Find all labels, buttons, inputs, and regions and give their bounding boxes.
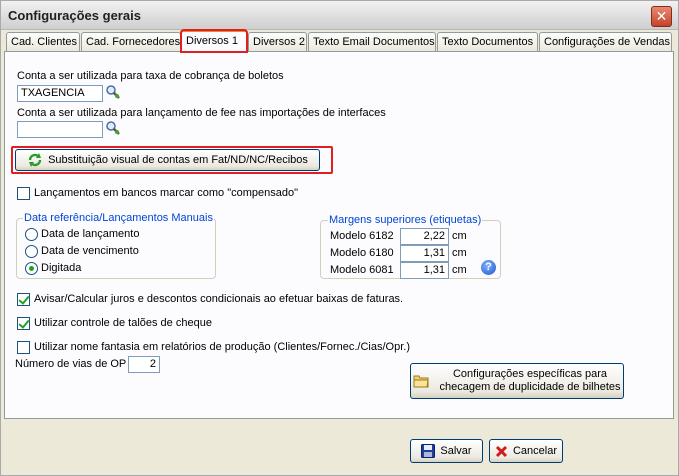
search-icon[interactable] — [105, 120, 121, 136]
salvar-label: Salvar — [440, 445, 472, 457]
salvar-button[interactable]: Salvar — [410, 439, 483, 463]
cancelar-label: Cancelar — [512, 445, 558, 457]
red-x-icon — [495, 445, 508, 457]
fee-account-input[interactable] — [17, 121, 103, 138]
taloes-label: Utilizar controle de talões de cheque — [34, 317, 212, 329]
margem-6180-label: Modelo 6180 — [330, 247, 394, 259]
floppy-disk-icon — [421, 444, 436, 458]
margem-6180-input[interactable]: 1,31 — [400, 245, 449, 262]
margem-6081-unit: cm — [452, 264, 467, 276]
margem-6081-label: Modelo 6081 — [330, 264, 394, 276]
radio-data-vencimento[interactable] — [25, 245, 38, 258]
title-bar[interactable]: Configurações gerais ✕ — [1, 1, 678, 30]
taloes-checkbox[interactable] — [17, 317, 30, 330]
tab-texto-email-documentos[interactable]: Texto Email Documentos — [308, 32, 436, 51]
radio-data-lancamento-label: Data de lançamento — [41, 228, 140, 240]
refresh-icon — [28, 153, 42, 167]
tab-configuracoes-vendas[interactable]: Configurações de Vendas — [539, 32, 672, 51]
margem-6182-label: Modelo 6182 — [330, 230, 394, 242]
compensado-checkbox[interactable] — [17, 187, 30, 200]
substituicao-visual-label: Substituição visual de contas em Fat/ND/… — [48, 154, 308, 166]
duplicidade-config-text: Configurações específicas para checagem … — [439, 368, 620, 394]
margem-6182-unit: cm — [452, 230, 467, 242]
juros-label: Avisar/Calcular juros e descontos condic… — [34, 293, 404, 305]
help-icon[interactable]: ? — [481, 260, 496, 275]
juros-checkbox[interactable] — [17, 293, 30, 306]
folder-icon — [413, 375, 430, 388]
taxa-account-input[interactable]: TXAGENCIA — [17, 85, 103, 102]
radio-digitada-label: Digitada — [41, 262, 82, 274]
fantasia-checkbox[interactable] — [17, 341, 30, 354]
tab-diversos-1[interactable]: Diversos 1 — [180, 29, 248, 53]
vias-op-input[interactable]: 2 — [128, 356, 160, 373]
cancelar-button[interactable]: Cancelar — [489, 439, 563, 463]
margens-legend: Margens superiores (etiquetas) — [328, 214, 483, 226]
data-referencia-legend: Data referência/Lançamentos Manuais — [23, 212, 214, 224]
tab-strip: Cad. Clientes Cad. Fornecedores Diversos… — [4, 29, 677, 53]
tab-diversos-2[interactable]: Diversos 2 — [248, 32, 307, 51]
duplicidade-config-line2: checagem de duplicidade de bilhetes — [439, 381, 621, 393]
taxa-account-label: Conta a ser utilizada para taxa de cobra… — [17, 70, 284, 82]
duplicidade-config-line1: Configurações específicas para — [452, 368, 608, 380]
margem-6182-input[interactable]: 2,22 — [400, 228, 449, 245]
radio-data-lancamento[interactable] — [25, 228, 38, 241]
vias-op-label: Número de vias de OP — [15, 358, 127, 370]
tab-cad-fornecedores[interactable]: Cad. Fornecedores — [81, 32, 181, 51]
tab-texto-documentos[interactable]: Texto Documentos — [437, 32, 538, 51]
compensado-label: Lançamentos em bancos marcar como "compe… — [34, 187, 298, 199]
radio-digitada[interactable] — [25, 262, 38, 275]
tab-cad-clientes[interactable]: Cad. Clientes — [6, 32, 80, 51]
fantasia-label: Utilizar nome fantasia em relatórios de … — [34, 341, 410, 353]
substituicao-visual-button[interactable]: Substituição visual de contas em Fat/ND/… — [15, 149, 320, 171]
window-title: Configurações gerais — [8, 8, 141, 23]
close-icon: ✕ — [655, 8, 668, 24]
settings-window: Configurações gerais ✕ Cad. Clientes Cad… — [0, 0, 679, 476]
close-button[interactable]: ✕ — [651, 6, 672, 27]
duplicidade-config-button[interactable]: Configurações específicas para checagem … — [410, 363, 624, 399]
margem-6180-unit: cm — [452, 247, 467, 259]
search-icon[interactable] — [105, 84, 121, 100]
margem-6081-input[interactable]: 1,31 — [400, 262, 449, 279]
radio-data-vencimento-label: Data de vencimento — [41, 245, 139, 257]
fee-account-label: Conta a ser utilizada para lançamento de… — [17, 107, 386, 119]
